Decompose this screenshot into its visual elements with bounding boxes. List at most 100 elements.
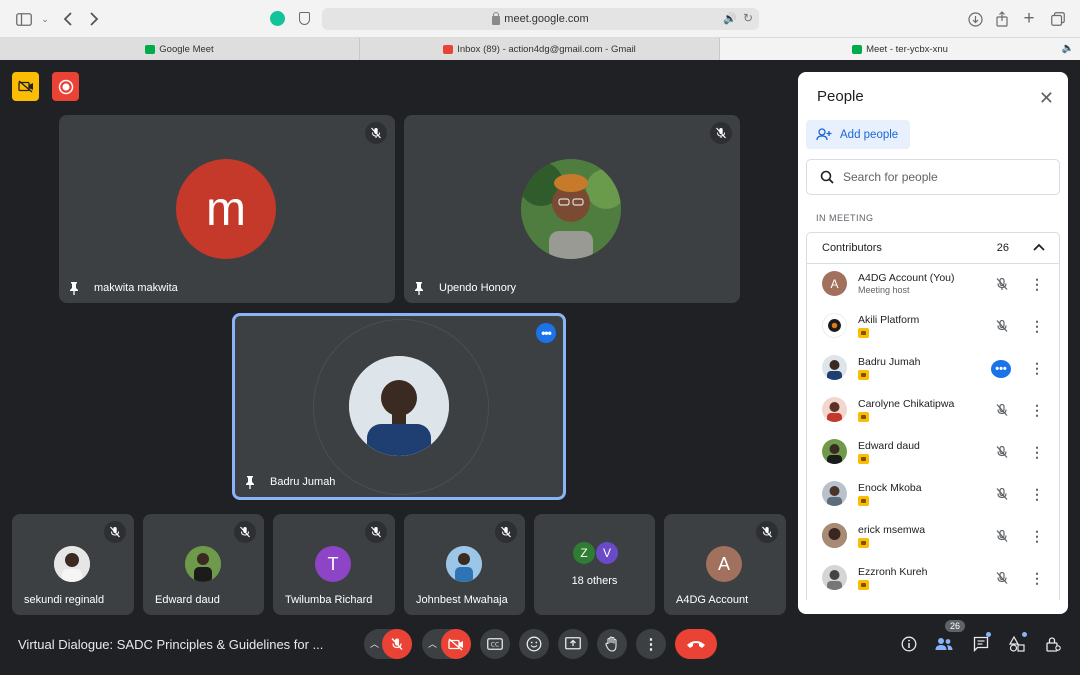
download-icon[interactable]: [965, 9, 985, 29]
participant-row[interactable]: Ezzronh Kureh ⋮: [807, 558, 1059, 600]
raise-hand-button[interactable]: [597, 629, 627, 659]
host-controls-button[interactable]: [1041, 632, 1065, 656]
add-people-button[interactable]: Add people: [806, 120, 910, 149]
avatar: T: [315, 546, 351, 582]
participant-row[interactable]: Enock Mkoba ⋮: [807, 474, 1059, 516]
avatar: A: [706, 546, 742, 582]
more-options-icon[interactable]: ⋮: [1028, 274, 1046, 294]
chevron-up-icon[interactable]: ︿: [370, 637, 379, 650]
group-count: 26: [996, 242, 1009, 254]
pin-icon[interactable]: [412, 281, 426, 295]
chevron-up-icon[interactable]: [1033, 240, 1045, 254]
url-text: meet.google.com: [504, 13, 589, 25]
camera-off-tag-icon: [858, 538, 869, 548]
meet-favicon-icon: [145, 44, 156, 54]
active-speaker-tile[interactable]: ••• Badru Jumah: [232, 313, 566, 500]
pin-icon[interactable]: [67, 281, 81, 295]
participant-name: Edward daud: [858, 440, 920, 452]
tab-overview-icon[interactable]: [1048, 9, 1068, 29]
forward-icon[interactable]: [84, 9, 104, 29]
others-count-label: 18 others: [571, 575, 618, 587]
mic-off-icon[interactable]: [382, 629, 412, 659]
camera-off-status-icon[interactable]: [12, 72, 39, 101]
recording-icon[interactable]: [52, 72, 79, 101]
participant-name: Badru Jumah: [270, 476, 336, 488]
participant-row[interactable]: Carolyne Chikatipwa ⋮: [807, 390, 1059, 432]
notification-dot-icon: [986, 632, 991, 637]
mic-off-icon: [365, 521, 387, 543]
participant-name: A4DG Account (You): [858, 272, 955, 284]
participant-name: Carolyne Chikatipwa: [858, 398, 955, 410]
participant-tile-small[interactable]: Johnbest Mwahaja: [404, 514, 525, 615]
contributors-group-header[interactable]: Contributors 26: [806, 232, 1060, 264]
more-options-icon[interactable]: ⋮: [1028, 400, 1046, 420]
avatar-photo: [822, 481, 847, 506]
emoji-reactions-button[interactable]: [519, 629, 549, 659]
search-input[interactable]: Search for people: [806, 159, 1060, 195]
meeting-details-button[interactable]: [897, 632, 921, 656]
tab-gmail[interactable]: Inbox (89) - action4dg@gmail.com - Gmail: [360, 38, 720, 60]
close-icon[interactable]: ✕: [1039, 88, 1054, 109]
participant-row[interactable]: Akili Platform ⋮: [807, 306, 1059, 348]
participant-tile[interactable]: m makwita makwita: [59, 115, 395, 303]
new-tab-icon[interactable]: +: [1019, 8, 1039, 29]
mic-off-icon: [495, 521, 517, 543]
more-options-icon[interactable]: ⋮: [1028, 442, 1046, 462]
participant-row[interactable]: Badru Jumah ••• ⋮: [807, 348, 1059, 390]
tab-audio-icon[interactable]: 🔈: [1062, 43, 1074, 54]
mic-off-icon: [992, 568, 1012, 588]
meeting-stage: m makwita makwita Upendo Honory ••• Badr…: [0, 60, 1080, 675]
chevron-down-icon[interactable]: ⌄: [35, 9, 55, 29]
participant-row[interactable]: erick msemwa ⋮: [807, 516, 1059, 558]
sidebar-toggle-icon[interactable]: [14, 9, 34, 29]
chat-button[interactable]: [969, 632, 993, 656]
more-options-icon[interactable]: ⋮: [1028, 358, 1046, 378]
participant-tile-small[interactable]: Edward daud: [143, 514, 264, 615]
captions-button[interactable]: CC: [480, 629, 510, 659]
chevron-up-icon[interactable]: ︿: [428, 637, 437, 650]
pin-icon[interactable]: [243, 475, 257, 489]
avatar-photo: [822, 523, 847, 548]
mic-off-icon: [992, 274, 1012, 294]
participant-name: erick msemwa: [858, 524, 926, 536]
participant-count-badge: 26: [945, 620, 966, 632]
grammarly-extension-icon[interactable]: [270, 11, 285, 26]
more-options-icon[interactable]: ⋮: [1028, 484, 1046, 504]
address-bar[interactable]: meet.google.com 🔊 ↻: [322, 8, 759, 30]
participant-tile-small[interactable]: T Twilumba Richard: [273, 514, 395, 615]
people-button[interactable]: [932, 632, 956, 656]
avatar-photo: [185, 546, 221, 582]
more-options-button[interactable]: ⋮: [636, 629, 666, 659]
camera-toggle-button[interactable]: ︿: [422, 629, 471, 659]
leave-call-button[interactable]: [675, 629, 717, 659]
participant-row[interactable]: Edward daud ⋮: [807, 432, 1059, 474]
shield-icon[interactable]: [299, 12, 310, 25]
participant-tile-small[interactable]: A A4DG Account: [664, 514, 786, 615]
add-people-label: Add people: [840, 128, 899, 141]
more-options-icon[interactable]: ⋮: [1028, 526, 1046, 546]
participant-row[interactable]: A A4DG Account (You) Meeting host ⋮: [807, 264, 1059, 306]
more-options-icon[interactable]: ⋮: [1028, 316, 1046, 336]
participant-tile-small[interactable]: sekundi reginald: [12, 514, 134, 615]
mic-off-icon: [756, 521, 778, 543]
more-options-icon[interactable]: ⋮: [1028, 568, 1046, 588]
avatar-photo: [349, 356, 449, 456]
mic-off-icon: [234, 521, 256, 543]
activities-button[interactable]: [1005, 632, 1029, 656]
tab-label: Meet - ter-ycbx-xnu: [866, 43, 948, 55]
participant-name: Badru Jumah: [858, 356, 921, 368]
microphone-toggle-button[interactable]: ︿: [364, 629, 412, 659]
others-tile[interactable]: Z V 18 others: [534, 514, 655, 615]
audio-playing-icon[interactable]: 🔊: [723, 12, 737, 25]
share-icon[interactable]: [992, 9, 1012, 29]
back-icon[interactable]: [58, 9, 78, 29]
camera-off-tag-icon: [858, 454, 869, 464]
tab-meet-active[interactable]: Meet - ter-ycbx-xnu: [720, 38, 1080, 60]
avatar: V: [596, 542, 618, 564]
present-screen-button[interactable]: [558, 629, 588, 659]
reload-icon[interactable]: ↻: [743, 11, 753, 25]
tab-google-meet[interactable]: Google Meet: [0, 38, 360, 60]
camera-off-icon[interactable]: [441, 629, 471, 659]
participant-tile[interactable]: Upendo Honory: [404, 115, 740, 303]
more-vert-icon: ⋮: [643, 636, 659, 653]
